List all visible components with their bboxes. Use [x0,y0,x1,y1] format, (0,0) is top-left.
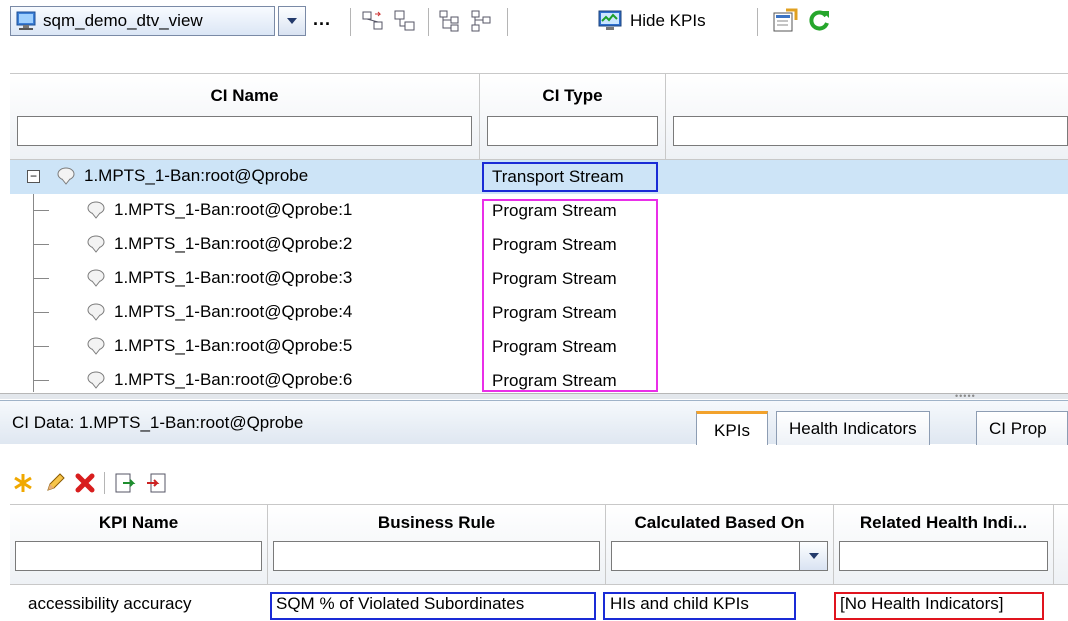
view-selector[interactable]: sqm_demo_dtv_view [10,6,275,36]
expand-tree-icon[interactable] [436,8,462,34]
annotation-box-blue [270,592,596,620]
ci-name-cell: 1.MPTS_1-Ban:root@Qprobe:4 [86,302,352,322]
hierarchy-icon[interactable] [392,8,418,34]
kpi-toolbar [0,462,1068,500]
calculated-based-on-filter-select[interactable] [611,541,828,571]
column-title: Calculated Based On [634,513,805,532]
ci-name-cell: 1.MPTS_1-Ban:root@Qprobe:1 [86,200,352,220]
ci-tree-rows: − 1.MPTS_1-Ban:root@Qprobe Transport Str… [10,160,1068,392]
ci-name-cell: 1.MPTS_1-Ban:root@Qprobe:5 [86,336,352,356]
toolbar-divider [350,8,351,36]
column-header-ci-type[interactable]: CI Type [480,74,666,160]
add-icon[interactable] [10,470,36,496]
toolbar-divider [757,8,758,36]
collapse-tree-icon[interactable] [468,8,494,34]
ci-node-icon [87,337,105,355]
ci-name-cell: 1.MPTS_1-Ban:root@Qprobe:3 [86,268,352,288]
column-header-extra [666,74,1068,160]
delete-icon[interactable] [72,470,98,496]
ci-node-icon [57,167,75,185]
ci-node-icon [87,201,105,219]
ci-name: 1.MPTS_1-Ban:root@Qprobe [84,166,309,185]
kpi-name-filter-input[interactable] [15,541,262,571]
refresh-icon[interactable] [806,8,832,34]
ci-name-cell: 1.MPTS_1-Ban:root@Qprobe [56,166,308,186]
edit-icon[interactable] [42,470,68,496]
chevron-down-icon[interactable] [799,542,827,570]
export-icon[interactable] [112,470,138,496]
ci-node-icon [87,303,105,321]
ci-name-cell: 1.MPTS_1-Ban:root@Qprobe:6 [86,370,352,390]
ci-name: 1.MPTS_1-Ban:root@Qprobe:5 [114,336,353,355]
ci-name-cell: 1.MPTS_1-Ban:root@Qprobe:2 [86,234,352,254]
annotation-box-magenta [482,199,658,392]
annotation-box-blue [482,162,658,192]
view-icon [16,11,36,30]
extra-filter-input[interactable] [673,116,1068,146]
ci-data-bar: CI Data: 1.MPTS_1-Ban:root@Qprobe KPIs H… [0,400,1068,445]
ci-name: 1.MPTS_1-Ban:root@Qprobe:3 [114,268,353,287]
tree-connector [33,210,49,211]
toolbar-divider [104,472,105,494]
annotation-box-red [834,592,1044,620]
tree-connector [33,278,49,279]
ci-data-label: CI Data: 1.MPTS_1-Ban:root@Qprobe [12,413,304,432]
hide-kpis-label: Hide KPIs [630,11,706,30]
related-hi-filter-input[interactable] [839,541,1048,571]
column-title: CI Type [542,86,603,105]
import-icon[interactable] [144,470,170,496]
splitter[interactable] [0,393,1068,399]
main-toolbar: sqm_demo_dtv_view ... Hide KPIs [0,0,1068,44]
ci-node-icon [87,235,105,253]
ci-node-icon [87,269,105,287]
properties-icon[interactable] [772,8,798,34]
column-header-related-health-indicators[interactable]: Related Health Indi... [834,505,1054,585]
kpi-name-cell: accessibility accuracy [28,594,192,613]
more-button[interactable]: ... [313,9,331,30]
chevron-down-icon [287,18,297,24]
table-row[interactable]: accessibility accuracy SQM % of Violated… [10,589,1068,621]
ci-node-icon [87,371,105,389]
ci-name: 1.MPTS_1-Ban:root@Qprobe:6 [114,370,353,389]
tab-ci-properties[interactable]: CI Prop [976,411,1068,445]
tab-health-indicators[interactable]: Health Indicators [776,411,930,445]
tab-kpis[interactable]: KPIs [696,411,768,445]
view-dropdown-button[interactable] [278,6,306,36]
column-title: Related Health Indi... [859,513,1028,532]
tree-connector [33,312,49,313]
view-name: sqm_demo_dtv_view [43,11,203,30]
column-header-kpi-name[interactable]: KPI Name [10,505,268,585]
tree-connector [33,380,49,381]
annotation-box-blue [603,592,796,620]
column-header-calculated-based-on[interactable]: Calculated Based On [606,505,834,585]
ci-tree-table: CI Name CI Type − 1.MPTS_1-Ban:root@Qpro… [10,73,1068,393]
ci-name-filter-input[interactable] [17,116,472,146]
ci-type-filter-input[interactable] [487,116,658,146]
ci-name: 1.MPTS_1-Ban:root@Qprobe:4 [114,302,353,321]
column-header-extra [1054,505,1068,585]
ci-name: 1.MPTS_1-Ban:root@Qprobe:2 [114,234,353,253]
column-title: Business Rule [377,513,496,532]
ci-name: 1.MPTS_1-Ban:root@Qprobe:1 [114,200,353,219]
kpi-table: KPI Name Business Rule Calculated Based … [10,504,1068,621]
hide-kpis-button[interactable]: Hide KPIs [598,7,706,35]
column-title: CI Name [210,86,279,105]
toolbar-divider [507,8,508,36]
tree-connector [33,346,49,347]
column-header-business-rule[interactable]: Business Rule [268,505,606,585]
tree-connector [33,244,49,245]
column-title: KPI Name [98,513,179,532]
kpi-monitor-icon [598,10,622,30]
related-cis-icon[interactable] [360,8,386,34]
business-rule-filter-input[interactable] [273,541,600,571]
toolbar-divider [428,8,429,36]
column-header-ci-name[interactable]: CI Name [10,74,480,160]
collapse-toggle[interactable]: − [27,170,40,183]
